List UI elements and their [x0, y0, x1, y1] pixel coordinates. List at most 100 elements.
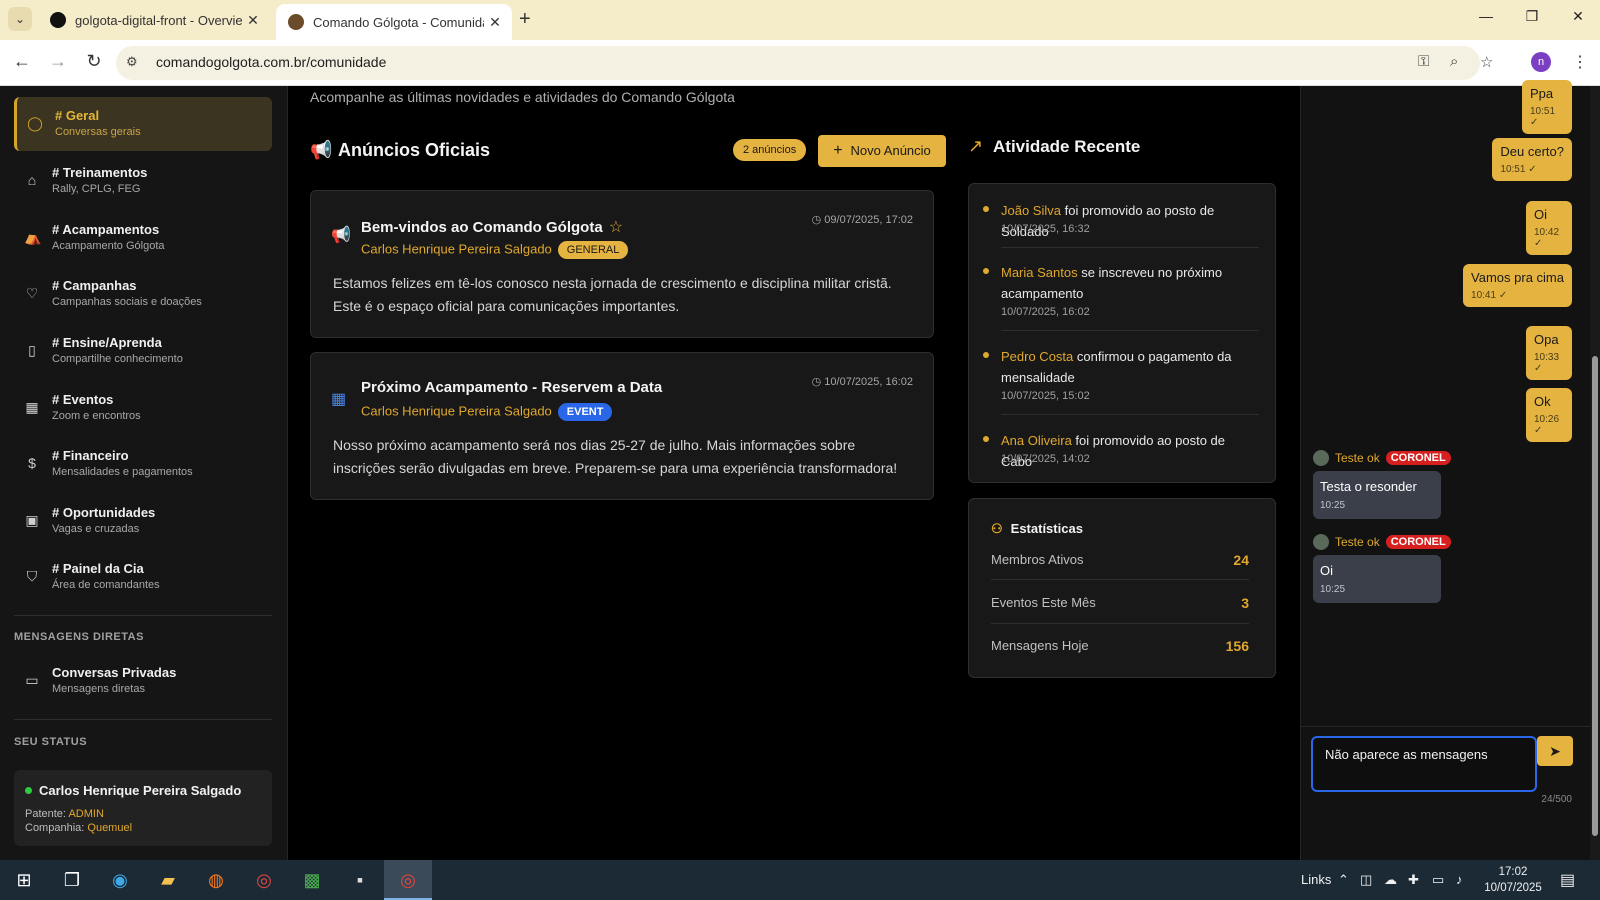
message-author[interactable]: Teste ok — [1335, 451, 1380, 465]
channel-desc: Área de comandantes — [52, 579, 160, 591]
channel-name: # Acampamentos — [52, 222, 160, 237]
url-bar[interactable]: ⚙ comandogolgota.com.br/comunidade ⚿ ⌕ ☆ — [116, 46, 1493, 80]
activity-who[interactable]: Maria Santos — [1001, 265, 1078, 280]
calendar-icon: ▦ — [25, 399, 39, 415]
activity-who[interactable]: Ana Oliveira — [1001, 433, 1072, 448]
minimize-button[interactable]: — — [1466, 8, 1506, 24]
edge-icon[interactable]: ◉ — [96, 860, 144, 900]
message-text: Vamos pra cima — [1471, 270, 1564, 285]
channel-desc: Conversas gerais — [55, 126, 141, 138]
bookmark-star-icon[interactable]: ☆ — [1480, 53, 1493, 71]
outgoing-message: Opa 10:33 ✓ — [1526, 326, 1572, 380]
close-window-button[interactable]: ✕ — [1558, 8, 1598, 25]
chevron-up-icon[interactable]: ⌃ — [1338, 872, 1349, 888]
stats-card: ⚇ Estatísticas Membros Ativos 24 Eventos E… — [968, 498, 1276, 678]
volume-icon[interactable]: ♪ — [1456, 872, 1463, 887]
sidebar-item-oportunidades[interactable]: ▣ # Oportunidades Vagas e cruzadas — [14, 494, 272, 548]
rank-badge: CORONEL — [1385, 535, 1451, 549]
new-announcement-button[interactable]: + Novo Anúncio — [818, 135, 946, 167]
maximize-button[interactable]: ❐ — [1512, 8, 1552, 25]
channel-desc: Acampamento Gólgota — [52, 240, 165, 252]
forward-button[interactable]: → — [46, 51, 70, 72]
sidebar-item-conversas-privadas[interactable]: ▭ Conversas Privadas Mensagens diretas — [14, 654, 272, 708]
reload-button[interactable]: ↻ — [82, 51, 106, 72]
url-text[interactable]: comandogolgota.com.br/comunidade — [156, 54, 386, 70]
chrome-icon[interactable]: ◎ — [240, 860, 288, 900]
message-time: 10:41 ✓ — [1471, 290, 1508, 301]
shield-icon: ⛉ — [26, 568, 38, 584]
message-time: 10:26 ✓ — [1534, 414, 1560, 436]
browser-tab-comunidade[interactable]: Comando Gólgota - Comunidade ✕ — [276, 4, 512, 40]
message-input[interactable]: Não aparece as mensagens — [1311, 736, 1537, 792]
firefox-icon[interactable]: ◍ — [192, 860, 240, 900]
avatar[interactable] — [1313, 534, 1329, 550]
site-info-icon[interactable]: ⚙ — [126, 54, 138, 70]
close-tab-icon[interactable]: ✕ — [484, 14, 506, 31]
bullet-dot — [983, 352, 989, 358]
onedrive-icon[interactable]: ☁ — [1384, 872, 1397, 888]
zoom-icon[interactable]: ⌕ — [1450, 53, 1458, 70]
message-time: 10:25 — [1320, 500, 1346, 511]
outgoing-message: Oi 10:42 ✓ — [1526, 201, 1572, 255]
network-icon[interactable]: ▭ — [1432, 872, 1444, 888]
password-key-icon[interactable]: ⚿ — [1418, 53, 1429, 70]
activity-item: Ana Oliveira foi promovido ao posto de C… — [983, 430, 1253, 474]
sidebar-item-ensine-aprenda[interactable]: ▯ # Ensine/Aprenda Compartilhe conhecime… — [14, 324, 272, 378]
browser-menu-icon[interactable]: ⋮ — [1572, 52, 1588, 72]
scrollbar-thumb[interactable] — [1592, 356, 1598, 836]
profile-avatar[interactable]: n — [1531, 52, 1551, 72]
terminal-icon[interactable]: ▪ — [336, 860, 384, 900]
activity-who[interactable]: Pedro Costa — [1001, 349, 1073, 364]
sheets-app-icon[interactable]: ▩ — [288, 860, 336, 900]
new-tab-button[interactable]: + — [519, 8, 531, 31]
stat-value: 3 — [1241, 595, 1249, 611]
notifications-icon[interactable]: ▤ — [1560, 870, 1575, 890]
sidebar-item-campanhas[interactable]: ♡ # Campanhas Campanhas sociais e doaçõe… — [14, 267, 272, 321]
stat-row: Eventos Este Mês 3 — [991, 595, 1249, 619]
webcam-icon[interactable]: ◫ — [1360, 872, 1372, 888]
sidebar-item-painel-da-cia[interactable]: ⛉ # Painel da Cia Área de comandantes — [14, 550, 272, 604]
star-icon[interactable]: ☆ — [609, 219, 623, 236]
author-name: Carlos Henrique Pereira Salgado — [361, 403, 552, 419]
message-time: 10:51 ✓ — [1500, 164, 1537, 175]
message-time: 10:33 ✓ — [1534, 352, 1560, 374]
channel-desc: Campanhas sociais e doações — [52, 296, 202, 308]
message-text: Deu certo? — [1500, 144, 1564, 159]
bullet-dot — [983, 268, 989, 274]
links-toolbar[interactable]: Links — [1301, 872, 1331, 887]
shield-tray-icon[interactable]: ✚ — [1408, 872, 1419, 888]
activity-item: Pedro Costa confirmou o pagamento da men… — [983, 346, 1253, 406]
avatar[interactable] — [1313, 450, 1329, 466]
chrome-active-icon[interactable]: ◎ — [384, 860, 432, 900]
stat-value: 24 — [1233, 552, 1249, 568]
user-status-card: Carlos Henrique Pereira Salgado Patente:… — [14, 770, 272, 846]
activity-who[interactable]: João Silva — [1001, 203, 1061, 218]
message-author[interactable]: Teste ok — [1335, 535, 1380, 549]
close-tab-icon[interactable]: ✕ — [242, 12, 264, 29]
graduation-cap-icon: ⌂ — [27, 172, 37, 188]
announcement-card[interactable]: ▦ Próximo Acampamento - Reservem a Data … — [310, 352, 934, 500]
windows-start-icon[interactable]: ⊞ — [0, 860, 48, 900]
sidebar-item-eventos[interactable]: ▦ # Eventos Zoom e encontros — [14, 381, 272, 435]
file-explorer-icon[interactable]: ▰ — [144, 860, 192, 900]
announcements-title: Anúncios Oficiais — [338, 140, 491, 160]
system-clock[interactable]: 17:02 10/07/2025 — [1478, 864, 1548, 896]
trending-up-icon: ↗ — [968, 136, 984, 156]
activity-text: João Silva foi promovido ao posto de Sol… — [1001, 200, 1259, 242]
calendar-icon: ▦ — [331, 391, 347, 408]
page-scrollbar[interactable] — [1590, 86, 1600, 860]
back-button[interactable]: ← — [10, 51, 34, 72]
announcement-author: Carlos Henrique Pereira Salgado EVENT — [361, 403, 613, 421]
sidebar-item-financeiro[interactable]: $ # Financeiro Mensalidades e pagamentos — [14, 437, 272, 491]
sidebar-item-treinamentos[interactable]: ⌂ # Treinamentos Rally, CPLG, FEG — [14, 154, 272, 208]
tab-search-button[interactable]: ⌄ — [8, 7, 32, 31]
announcement-card[interactable]: 📢 Bem-vindos ao Comando Gólgota ☆ ◷ 09/07… — [310, 190, 934, 338]
browser-tab-overview[interactable]: golgota-digital-front - Overview ✕ — [38, 0, 270, 40]
task-view-icon[interactable]: ❐ — [48, 860, 96, 900]
status-companhia: Companhia: Quemuel — [25, 822, 132, 834]
sidebar-item-acampamentos[interactable]: ⛺ # Acampamentos Acampamento Gólgota — [14, 211, 272, 265]
sidebar-item-geral[interactable]: ◯ # Geral Conversas gerais — [14, 97, 272, 151]
megaphone-icon: 📢 — [310, 140, 333, 160]
send-button[interactable]: ➤ — [1537, 736, 1573, 766]
briefcase-icon: ▣ — [25, 512, 39, 528]
